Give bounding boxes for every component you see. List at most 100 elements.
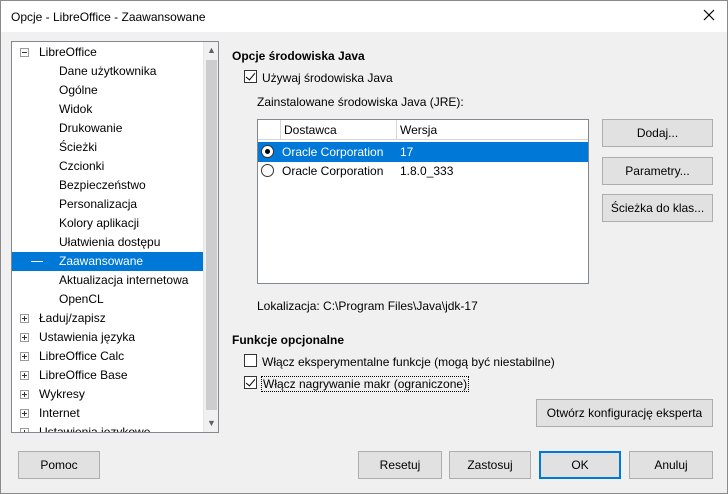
experimental-checkbox[interactable] (244, 354, 257, 367)
parameters-label: Parametry... (625, 164, 690, 178)
collapse-icon[interactable] (20, 48, 29, 57)
scrollbar-thumb[interactable] (206, 60, 217, 410)
tree-connector (31, 261, 43, 262)
tree-item-label: Ułatwienia dostępu (59, 235, 161, 249)
classpath-button[interactable]: Ścieżka do klas... (602, 194, 713, 222)
tree-item[interactable]: Dane użytkownika (12, 62, 204, 81)
tree-item[interactable]: Ogólne (12, 81, 204, 100)
expand-icon[interactable] (20, 371, 29, 380)
tree-item-label: LibreOffice (39, 45, 97, 59)
macro-recording-label: Włącz nagrywanie makr (ograniczone) (261, 376, 470, 392)
tree-item-label: Internet (39, 406, 80, 420)
expert-config-button[interactable]: Otwórz konfigurację eksperta (536, 399, 713, 427)
tree-category[interactable]: Ustawienia języka (12, 328, 204, 347)
tree-item[interactable]: OpenCL (12, 290, 204, 309)
tree-category[interactable]: Internet (12, 404, 204, 423)
apply-button[interactable]: Zastosuj (449, 451, 531, 479)
tree-item-label: Ścieżki (59, 140, 98, 154)
tree-item-label: Zaawansowane (59, 254, 144, 268)
macro-recording-checkbox[interactable] (244, 376, 257, 389)
classpath-label: Ścieżka do klas... (610, 201, 705, 215)
tree-item-label: Ustawienia języka (39, 330, 136, 344)
use-java-label: Używaj środowiska Java (262, 71, 393, 85)
close-icon[interactable] (701, 7, 717, 23)
parameters-button[interactable]: Parametry... (602, 157, 713, 185)
jre-version: 17 (400, 145, 414, 159)
expand-icon[interactable] (20, 314, 29, 323)
jre-location: Lokalizacja: C:\Program Files\Java\jdk-1… (257, 299, 478, 313)
tree-item[interactable]: Drukowanie (12, 119, 204, 138)
tree-item-label: Drukowanie (59, 121, 123, 135)
ok-button[interactable]: OK (539, 451, 621, 479)
column-separator (280, 120, 281, 140)
tree-item-label: Aktualizacja internetowa (59, 273, 189, 287)
reset-button[interactable]: Resetuj (358, 451, 442, 479)
apply-label: Zastosuj (467, 458, 513, 472)
tree-item-label: Ogólne (59, 83, 98, 97)
tree-items: LibreOffice Dane użytkownika Ogólne Widok Dr… (12, 43, 204, 433)
tree-item[interactable]: Zaawansowane (12, 252, 204, 271)
expand-icon[interactable] (20, 428, 29, 432)
column-separator (396, 120, 397, 140)
tree-item[interactable]: Ścieżki (12, 138, 204, 157)
tree-item-label: Kolory aplikacji (59, 216, 140, 230)
options-dialog: Opcje - LibreOffice - Zaawansowane Libre… (0, 0, 728, 494)
jre-row[interactable]: Oracle Corporation 17 (258, 142, 588, 162)
tree-item-label: Personalizacja (59, 197, 138, 211)
tree-item[interactable]: Aktualizacja internetowa (12, 271, 204, 290)
tree-item-label: Bezpieczeństwo (59, 178, 146, 192)
add-jre-button[interactable]: Dodaj... (602, 119, 713, 147)
tree-item-label: OpenCL (59, 292, 104, 306)
column-header-version[interactable]: Wersja (400, 123, 437, 137)
tree-category[interactable]: Wykresy (12, 385, 204, 404)
tree-item[interactable]: Widok (12, 100, 204, 119)
options-tree[interactable]: LibreOffice Dane użytkownika Ogólne Widok Dr… (11, 41, 219, 433)
title-bar: Opcje - LibreOffice - Zaawansowane (1, 1, 727, 32)
cancel-label: Anuluj (654, 458, 688, 472)
jre-radio[interactable] (261, 164, 274, 177)
tree-item-label: LibreOffice Calc (39, 349, 125, 363)
installed-jre-label: Zainstalowane środowiska Java (JRE): (257, 95, 464, 109)
tree-item-label: Ładuj/zapisz (39, 311, 106, 325)
tree-scrollbar[interactable]: ▲ ▼ (203, 42, 218, 432)
window-title: Opcje - LibreOffice - Zaawansowane (11, 10, 206, 24)
help-label: Pomoc (40, 458, 78, 472)
expand-icon[interactable] (20, 333, 29, 342)
scroll-up-icon[interactable]: ▲ (204, 42, 218, 59)
jre-vendor: Oracle Corporation (282, 164, 384, 178)
optional-section-title: Funkcje opcjonalne (232, 333, 345, 347)
tree-category[interactable]: LibreOffice Base (12, 366, 204, 385)
tree-item[interactable]: Personalizacja (12, 195, 204, 214)
scroll-down-icon[interactable]: ▼ (204, 415, 218, 432)
help-button[interactable]: Pomoc (18, 451, 100, 479)
tree-item-label: Widok (59, 102, 93, 116)
java-section-title: Opcje środowiska Java (232, 49, 365, 63)
tree-item-label: Ustawienia językowe (39, 425, 151, 433)
tree-category[interactable]: LibreOffice Calc (12, 347, 204, 366)
expand-icon[interactable] (20, 390, 29, 399)
tree-item[interactable]: Kolory aplikacji (12, 214, 204, 233)
jre-table[interactable]: Dostawca Wersja Oracle Corporation 17 Or… (257, 119, 589, 284)
tree-item[interactable]: Czcionki (12, 157, 204, 176)
jre-radio[interactable] (261, 145, 274, 158)
tree-item-label: LibreOffice Base (39, 368, 128, 382)
use-java-checkbox[interactable] (244, 70, 257, 83)
expert-config-label: Otwórz konfigurację eksperta (546, 406, 703, 420)
tree-category[interactable]: Ładuj/zapisz (12, 309, 204, 328)
column-header-vendor[interactable]: Dostawca (284, 123, 337, 137)
tree-item[interactable]: Ułatwienia dostępu (12, 233, 204, 252)
cancel-button[interactable]: Anuluj (629, 451, 713, 479)
tree-category[interactable]: LibreOffice (12, 43, 204, 62)
jre-row[interactable]: Oracle Corporation 1.8.0_333 (258, 161, 588, 181)
add-jre-label: Dodaj... (636, 126, 679, 140)
jre-vendor: Oracle Corporation (282, 145, 384, 159)
expand-icon[interactable] (20, 409, 29, 418)
tree-category[interactable]: Ustawienia językowe (12, 423, 204, 433)
experimental-label: Włącz eksperymentalne funkcje (mogą być … (262, 355, 555, 369)
expand-icon[interactable] (20, 352, 29, 361)
tree-item-label: Dane użytkownika (59, 64, 157, 78)
jre-version: 1.8.0_333 (400, 164, 454, 178)
tree-item-label: Czcionki (59, 159, 105, 173)
tree-item[interactable]: Bezpieczeństwo (12, 176, 204, 195)
jre-table-header: Dostawca Wersja (258, 120, 588, 140)
